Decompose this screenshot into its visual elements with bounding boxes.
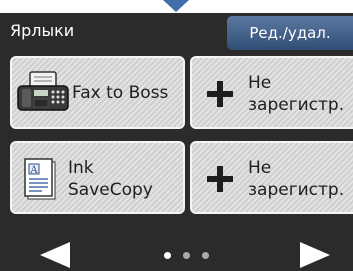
svg-text:A: A bbox=[29, 165, 38, 176]
shortcut-label-line2: зарегистр. bbox=[248, 180, 345, 200]
shortcut-ink-savecopy-button[interactable]: A Ink SaveCopy bbox=[10, 141, 185, 214]
plus-icon bbox=[207, 166, 233, 192]
page-dot-active bbox=[164, 252, 171, 259]
shortcut-unregistered-button-2[interactable]: Не зарегистр. bbox=[190, 141, 353, 214]
plus-icon bbox=[207, 81, 233, 107]
scroll-up-indicator-icon bbox=[163, 0, 189, 12]
page-indicator bbox=[164, 252, 214, 260]
shortcut-label: Fax to Boss bbox=[72, 83, 169, 103]
shortcut-label-line2: зарегистр. bbox=[248, 95, 345, 115]
edit-delete-button[interactable]: Ред./удал. bbox=[227, 16, 353, 50]
shortcut-label: Ink SaveCopy bbox=[68, 157, 153, 201]
page-dot bbox=[183, 252, 190, 259]
navigation-bar bbox=[0, 240, 353, 271]
shortcut-label: Не зарегистр. bbox=[248, 72, 344, 116]
shortcut-label-line1: Не bbox=[248, 158, 272, 178]
shortcut-fax-to-boss-button[interactable]: Fax to Boss bbox=[10, 56, 185, 129]
previous-page-arrow-icon[interactable] bbox=[40, 242, 70, 268]
page-title: Ярлыки bbox=[10, 21, 75, 40]
shortcut-grid: Fax to Boss Не зарегистр. A Ink SaveCopy… bbox=[0, 56, 353, 232]
lcd-screen: Ярлыки Ред./удал. Fax to Boss Не зарегис… bbox=[0, 13, 353, 271]
document-icon: A bbox=[24, 158, 56, 200]
shortcut-label-line1: Ink bbox=[68, 158, 94, 178]
shortcut-unregistered-button-1[interactable]: Не зарегистр. bbox=[190, 56, 353, 129]
shortcut-label-line1: Не bbox=[248, 73, 272, 93]
fax-machine-icon bbox=[17, 71, 69, 111]
shortcut-label: Не зарегистр. bbox=[248, 157, 344, 201]
header-bar: Ярлыки Ред./удал. bbox=[0, 13, 353, 50]
page-dot bbox=[202, 252, 209, 259]
shortcut-label-line2: SaveCopy bbox=[68, 180, 153, 200]
next-page-arrow-icon[interactable] bbox=[300, 242, 330, 268]
